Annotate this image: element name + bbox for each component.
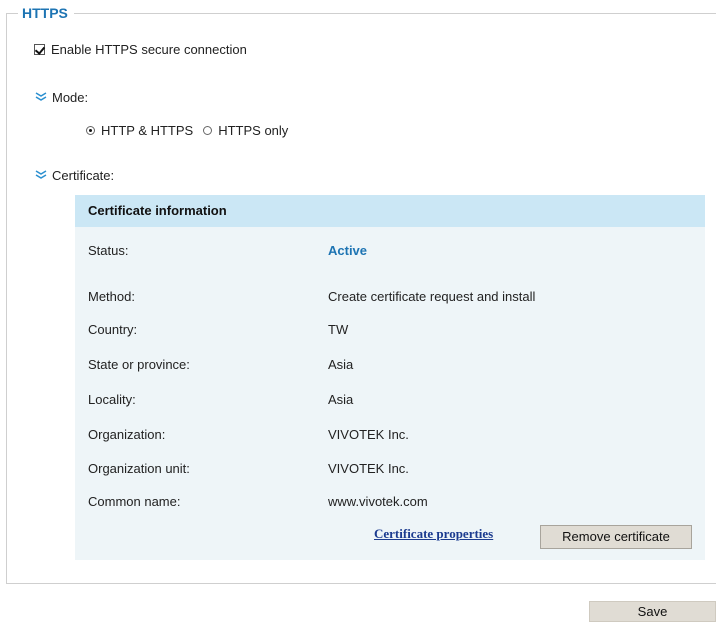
cert-row-organization-unit: Organization unit: VIVOTEK Inc. bbox=[88, 459, 698, 479]
cert-label: Method: bbox=[88, 289, 135, 304]
mode-section-header[interactable]: Mode: bbox=[34, 88, 88, 106]
certificate-section-header[interactable]: Certificate: bbox=[34, 166, 114, 184]
certificate-info-title: Certificate information bbox=[75, 195, 705, 227]
remove-certificate-button[interactable]: Remove certificate bbox=[540, 525, 692, 549]
chevron-double-down-icon[interactable] bbox=[34, 170, 48, 180]
cert-label: Country: bbox=[88, 322, 138, 337]
certificate-info-panel: Certificate information Status: Active M… bbox=[75, 195, 705, 560]
save-button[interactable]: Save bbox=[589, 601, 716, 622]
certificate-label: Certificate: bbox=[52, 167, 115, 183]
cert-row-country: Country: TW bbox=[88, 320, 698, 340]
cert-label: State or province: bbox=[88, 357, 190, 372]
cert-label: Locality: bbox=[88, 392, 136, 407]
enable-https-label[interactable]: Enable HTTPS secure connection bbox=[51, 42, 247, 57]
enable-https-row[interactable]: Enable HTTPS secure connection bbox=[34, 40, 247, 58]
cert-row-status: Status: Active bbox=[88, 241, 698, 261]
mode-label: Mode: bbox=[52, 89, 89, 105]
cert-label: Organization unit: bbox=[88, 461, 190, 476]
mode-option-label[interactable]: HTTP & HTTPS bbox=[101, 123, 193, 138]
mode-radio-https-only[interactable] bbox=[203, 125, 213, 135]
cert-value: VIVOTEK Inc. bbox=[328, 461, 409, 476]
cert-value: Asia bbox=[328, 357, 354, 372]
mode-radio-http-https[interactable] bbox=[86, 125, 95, 135]
cert-status-value: Active bbox=[328, 243, 368, 258]
enable-https-checkbox[interactable] bbox=[34, 43, 45, 55]
cert-label: Common name: bbox=[88, 494, 181, 509]
cert-row-state: State or province: Asia bbox=[88, 355, 698, 375]
cert-label: Status: bbox=[88, 243, 129, 258]
section-title: HTTPS bbox=[18, 3, 74, 23]
chevron-double-down-icon[interactable] bbox=[34, 92, 48, 102]
mode-options: HTTP & HTTPS HTTPS only bbox=[86, 121, 288, 139]
cert-row-common-name: Common name: www.vivotek.com bbox=[88, 492, 698, 512]
cert-row-locality: Locality: Asia bbox=[88, 390, 698, 410]
cert-value: Asia bbox=[328, 392, 354, 407]
cert-row-organization: Organization: VIVOTEK Inc. bbox=[88, 425, 698, 445]
mode-option-label[interactable]: HTTPS only bbox=[218, 123, 288, 138]
cert-label: Organization: bbox=[88, 427, 166, 442]
cert-value: TW bbox=[328, 322, 349, 337]
cert-row-method: Method: Create certificate request and i… bbox=[88, 287, 698, 307]
cert-value: Create certificate request and install bbox=[328, 289, 536, 304]
certificate-properties-link[interactable]: Certificate properties bbox=[374, 526, 493, 542]
cert-value: VIVOTEK Inc. bbox=[328, 427, 409, 442]
cert-value: www.vivotek.com bbox=[328, 494, 428, 509]
